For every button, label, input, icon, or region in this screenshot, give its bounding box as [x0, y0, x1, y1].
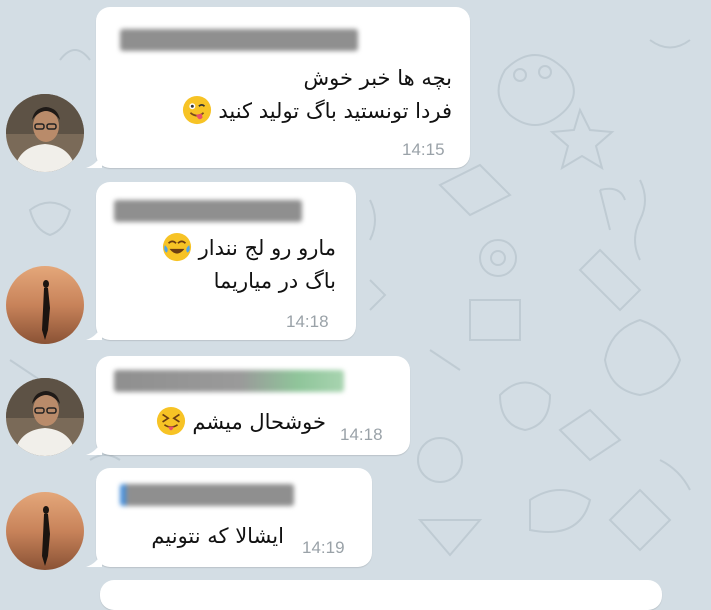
- sender-avatar[interactable]: [6, 492, 84, 570]
- message-time: 14:18: [286, 312, 329, 331]
- message-line: ایشالا که نتونیم: [151, 524, 284, 548]
- message-bubble[interactable]: خوشحال میشم 14:18: [86, 356, 410, 455]
- message-line: باگ در میاریما: [213, 269, 336, 293]
- message-line: بچه ها خبر خوش: [303, 66, 452, 90]
- message-text: خوشحال میشم: [156, 406, 326, 439]
- face-with-tears-of-joy-icon: [162, 232, 191, 262]
- message-bubble[interactable]: ایشالا که نتونیم 14:19: [86, 468, 372, 567]
- message-line-with-emoji: مارو رو لج نندار: [162, 232, 336, 265]
- message-line: فردا تونستید باگ تولید کنید: [218, 99, 452, 123]
- message-line-with-emoji: فردا تونستید باگ تولید کنید: [182, 95, 452, 128]
- message-time: 14:15: [402, 140, 445, 159]
- silhouette-sunset-avatar-image: [6, 492, 84, 570]
- sender-avatar[interactable]: [6, 378, 84, 456]
- bubble-tail: [86, 152, 102, 168]
- message-line: خوشحال میشم: [192, 410, 326, 434]
- message-time: 14:18: [340, 425, 383, 444]
- silhouette-sunset-avatar-image: [6, 266, 84, 344]
- message-bubble[interactable]: بچه ها خبر خوش فردا تونستید باگ تولید کن…: [86, 7, 470, 168]
- sender-name-redacted: [120, 484, 294, 506]
- person-with-glasses-avatar-image: [6, 378, 84, 456]
- squinting-face-with-tongue-icon: [156, 406, 185, 436]
- message-text: بچه ها خبر خوش فردا تونستید باگ تولید کن…: [182, 62, 452, 128]
- message-bubble[interactable]: مارو رو لج نندار باگ در میاریما 14:18: [86, 182, 356, 340]
- person-with-glasses-avatar-image: [6, 94, 84, 172]
- bubble-tail: [86, 551, 102, 567]
- message-time: 14:19: [302, 538, 345, 557]
- sender-name-redacted: [114, 370, 344, 392]
- sender-avatar[interactable]: [6, 266, 84, 344]
- message-text: مارو رو لج نندار باگ در میاریما: [162, 232, 336, 298]
- message-bubble-partial[interactable]: [100, 580, 662, 610]
- bubble-tail: [86, 324, 102, 340]
- bubble-tail: [86, 439, 102, 455]
- face-with-tongue-wink-icon: [182, 95, 211, 125]
- message-line: مارو رو لج نندار: [198, 236, 336, 260]
- sender-name-redacted: [114, 200, 302, 222]
- sender-avatar[interactable]: [6, 94, 84, 172]
- message-line-with-emoji: خوشحال میشم: [156, 406, 326, 439]
- sender-name-redacted: [120, 29, 358, 51]
- message-text: ایشالا که نتونیم: [151, 520, 284, 553]
